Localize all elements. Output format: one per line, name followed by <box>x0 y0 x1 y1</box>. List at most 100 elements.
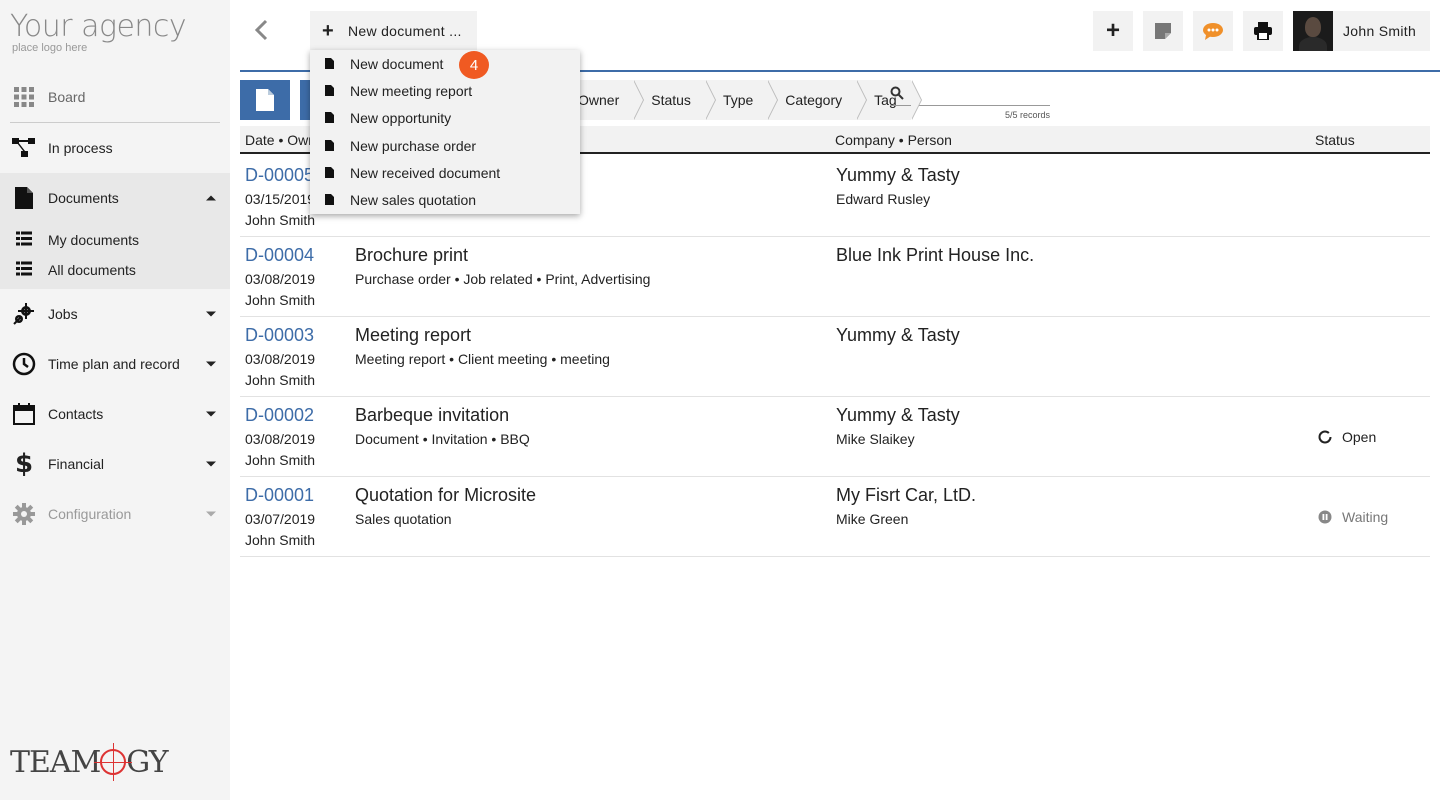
document-code-link[interactable]: D-00003 <box>245 325 314 346</box>
document-meta: Purchase order • Job related • Print, Ad… <box>355 271 651 287</box>
document-owner: John Smith <box>245 212 316 228</box>
sidebar-item-documents[interactable]: Documents <box>0 173 230 223</box>
person-name: Mike Slaikey <box>836 431 915 447</box>
menu-item-new-opportunity[interactable]: New opportunity <box>310 105 580 132</box>
sidebar-item-jobs[interactable]: Jobs <box>0 289 230 339</box>
sidebar-item-label: Jobs <box>48 306 78 322</box>
list-icon <box>16 231 32 249</box>
plus-icon: + <box>322 20 334 42</box>
notes-button[interactable] <box>1143 11 1183 51</box>
document-title: Barbeque invitation <box>355 405 510 425</box>
gears-icon <box>12 302 36 326</box>
sub-item-label: All documents <box>48 262 136 278</box>
sidebar-item-configuration[interactable]: Configuration <box>0 489 230 539</box>
dollar-icon: $ <box>14 449 34 479</box>
list-icon <box>16 261 32 279</box>
document-code-link[interactable]: D-00001 <box>245 485 314 506</box>
document-icon <box>325 138 334 154</box>
pause-status-icon <box>1318 510 1332 524</box>
menu-item-new-meeting-report[interactable]: New meeting report <box>310 77 580 104</box>
clock-icon <box>12 352 36 376</box>
menu-item-new-document[interactable]: New document <box>310 50 580 77</box>
document-code-link[interactable]: D-00002 <box>245 405 314 426</box>
new-document-menu: New document New meeting report New oppo… <box>310 50 580 214</box>
sidebar-item-financial[interactable]: $ Financial <box>0 439 230 489</box>
sidebar: Your agency place logo here Board In pro… <box>0 0 230 800</box>
document-icon <box>12 186 36 210</box>
chevron-up-icon <box>206 195 216 201</box>
document-icon <box>325 110 334 126</box>
sub-item-label: My documents <box>48 232 140 248</box>
sidebar-item-label: Financial <box>48 456 105 472</box>
sidebar-item-my-documents[interactable]: My documents <box>0 225 230 255</box>
document-icon <box>325 83 334 99</box>
table-row[interactable]: D-00003 03/08/2019 John Smith Meeting re… <box>240 317 1430 397</box>
sidebar-item-contacts[interactable]: Contacts <box>0 389 230 439</box>
collapse-sidebar-button[interactable] <box>250 18 272 42</box>
document-date: 03/15/2019 <box>245 191 316 207</box>
sidebar-item-in-process[interactable]: In process <box>0 123 230 173</box>
sidebar-item-label: Time plan and record <box>48 356 180 372</box>
company-name: Yummy & Tasty <box>836 165 960 185</box>
filter-category[interactable]: Category <box>767 80 867 120</box>
document-code-link[interactable]: D-00005 <box>245 165 314 186</box>
document-view-button[interactable] <box>240 80 290 120</box>
chevron-down-icon <box>206 461 216 467</box>
document-title: Quotation for Microsite <box>355 485 537 505</box>
search-icon <box>890 86 904 105</box>
header-status[interactable]: Status <box>1315 132 1355 148</box>
table-row[interactable]: D-00004 03/08/2019 John Smith Brochure p… <box>240 237 1430 317</box>
company-name: My Fisrt Car, LtD. <box>836 485 977 505</box>
sidebar-item-label: Contacts <box>48 406 104 422</box>
add-button[interactable]: + <box>1093 11 1133 51</box>
sidebar-item-label: Board <box>48 89 86 105</box>
sidebar-item-label: In process <box>48 140 113 156</box>
new-document-button[interactable]: + New document ... <box>310 11 477 51</box>
document-date: 03/08/2019 <box>245 271 316 287</box>
company-name: Blue Ink Print House Inc. <box>836 245 1035 265</box>
document-icon <box>325 165 334 181</box>
document-icon <box>256 89 274 111</box>
new-document-label: New document ... <box>347 23 462 39</box>
document-code-link[interactable]: D-00004 <box>245 245 314 266</box>
chat-button[interactable] <box>1193 11 1233 51</box>
document-meta: Sales quotation <box>355 511 452 527</box>
person-name: Mike Green <box>836 511 909 527</box>
document-owner: John Smith <box>245 452 316 468</box>
user-menu[interactable]: John Smith <box>1293 11 1430 51</box>
gear-icon <box>12 502 36 526</box>
print-button[interactable] <box>1243 11 1283 51</box>
open-status-icon <box>1318 430 1332 444</box>
user-name: John Smith <box>1343 23 1417 39</box>
plus-icon: + <box>1105 17 1120 44</box>
status-badge: Open <box>1318 429 1376 445</box>
menu-item-new-purchase-order[interactable]: New purchase order <box>310 132 580 159</box>
documents-submenu: My documents All documents <box>0 223 230 289</box>
chevron-down-icon <box>206 511 216 517</box>
header-company-person[interactable]: Company • Person <box>835 132 952 148</box>
table-row[interactable]: D-00002 03/08/2019 John Smith Barbeque i… <box>240 397 1430 477</box>
sidebar-item-board[interactable]: Board <box>0 72 230 122</box>
document-title: Brochure print <box>355 245 469 265</box>
printer-icon <box>1254 22 1272 40</box>
document-meta: Meeting report • Client meeting • meetin… <box>355 351 610 367</box>
menu-item-new-received-document[interactable]: New received document <box>310 159 580 186</box>
sidebar-item-time-plan[interactable]: Time plan and record <box>0 339 230 389</box>
avatar <box>1293 11 1333 51</box>
sidebar-item-label: Documents <box>48 190 119 206</box>
person-name: Edward Rusley <box>836 191 931 207</box>
status-badge: Waiting <box>1318 509 1388 525</box>
document-meta: Document • Invitation • BBQ <box>355 431 530 447</box>
note-icon <box>1155 23 1171 39</box>
tutorial-step-badge: 4 <box>459 51 489 79</box>
calendar-icon <box>12 402 36 426</box>
document-owner: John Smith <box>245 372 316 388</box>
document-icon <box>325 192 334 208</box>
agency-logo-title: Your agency <box>10 9 187 44</box>
agency-logo-subtitle: place logo here <box>12 42 88 54</box>
teamogy-logo: TEAM GY <box>10 743 169 781</box>
sidebar-item-all-documents[interactable]: All documents <box>0 255 230 285</box>
table-row[interactable]: D-00001 03/07/2019 John Smith Quotation … <box>240 477 1430 557</box>
company-name: Yummy & Tasty <box>836 325 960 345</box>
menu-item-new-sales-quotation[interactable]: New sales quotation <box>310 186 580 213</box>
